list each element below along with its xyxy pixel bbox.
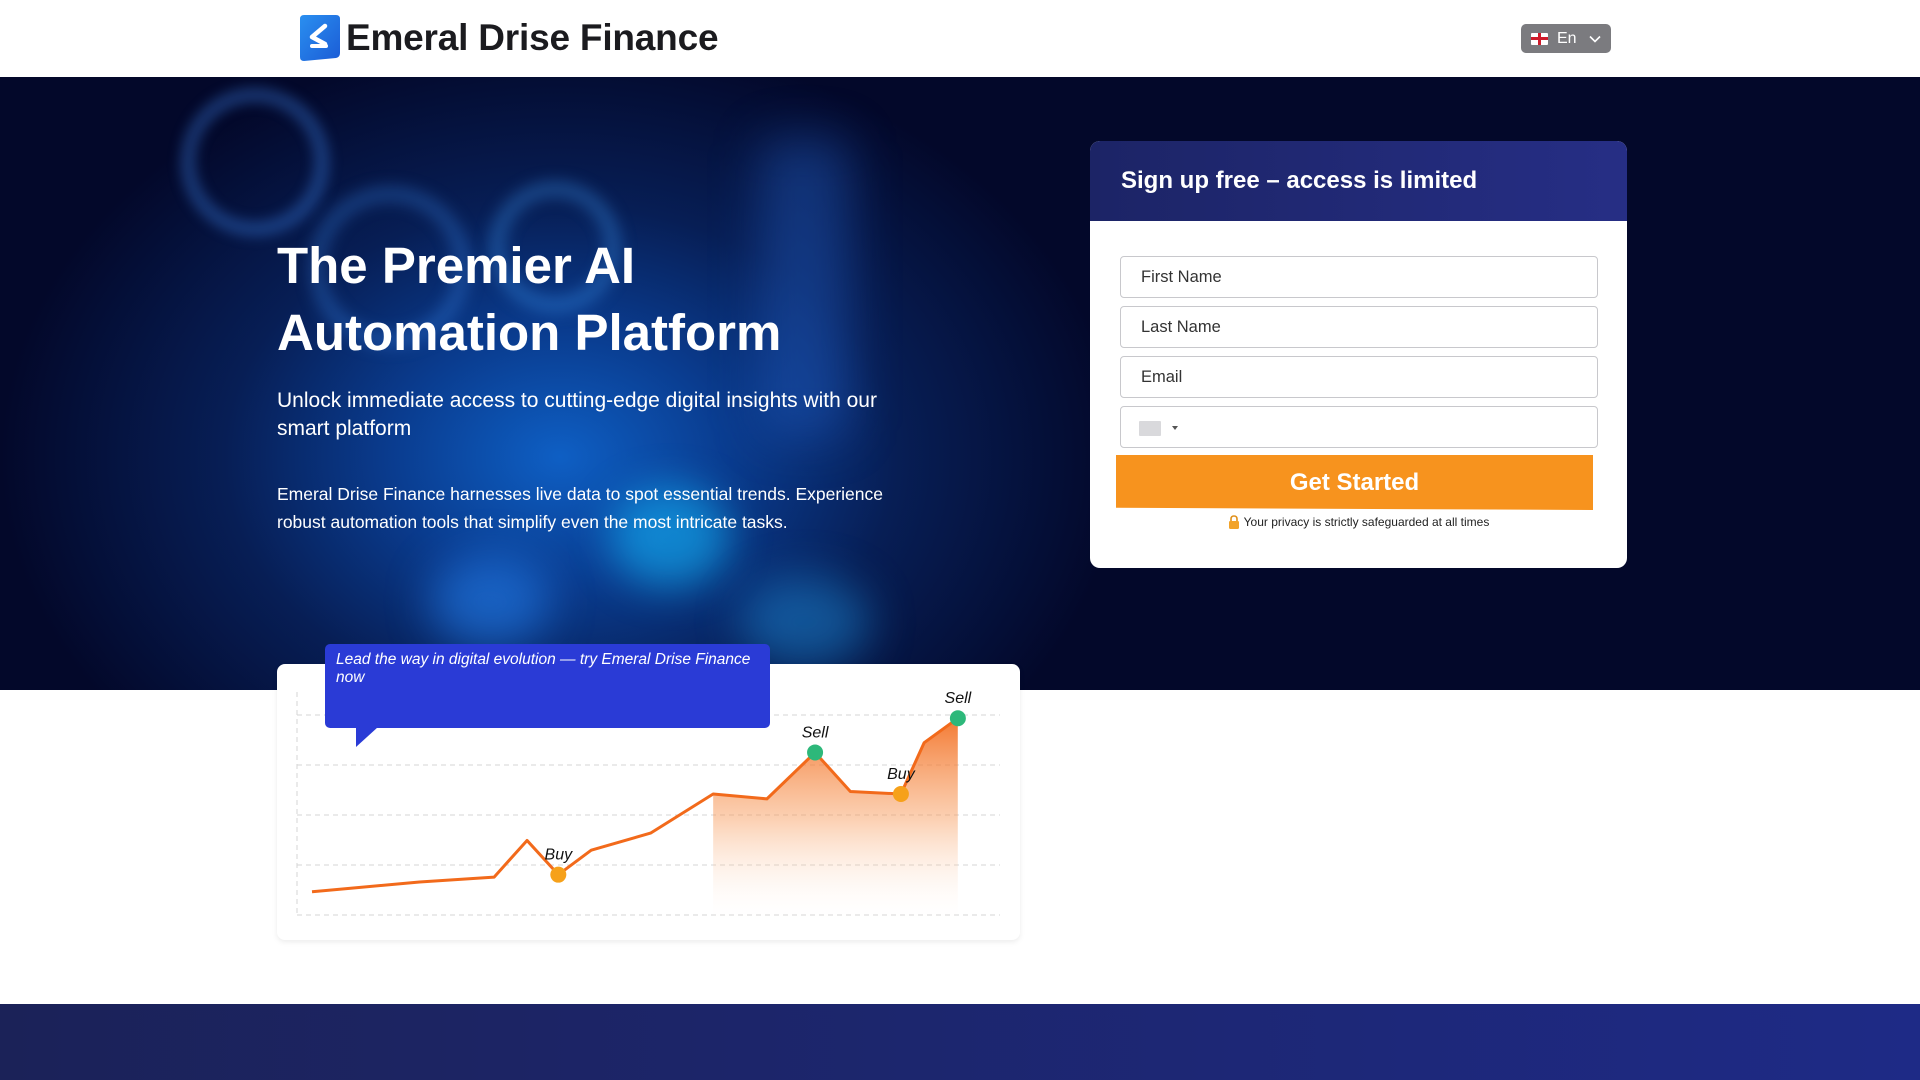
sell-marker [949, 710, 966, 727]
chart-callout: Lead the way in digital evolution — try … [325, 644, 770, 728]
last-name-input[interactable] [1120, 306, 1598, 348]
first-name-input[interactable] [1120, 256, 1598, 298]
hero-description: Emeral Drise Finance harnesses live data… [277, 484, 883, 532]
brand-name: Emeral Drise Finance [346, 17, 719, 58]
chart-callout-tail [356, 727, 378, 747]
footer-band [0, 1004, 1920, 1080]
country-flag-icon[interactable] [1139, 421, 1161, 436]
lock-icon [1228, 515, 1239, 529]
hero-subtitle: Unlock immediate access to cutting-edge … [277, 389, 877, 440]
sell-label: Sell [802, 724, 829, 741]
hero-background-glow [430, 557, 550, 647]
chevron-left-logo-icon [300, 15, 340, 61]
hero-background-glow [180, 87, 330, 237]
privacy-note: Your privacy is strictly safeguarded at … [1090, 515, 1627, 529]
england-flag-icon [1531, 32, 1548, 45]
language-selector[interactable]: En [1521, 24, 1611, 53]
buy-label: Buy [545, 847, 574, 864]
buy-marker [550, 866, 567, 883]
chevron-down-icon [1589, 35, 1601, 43]
language-label: En [1557, 29, 1577, 47]
signup-form: Sign up free – access is limited Get Sta… [1090, 141, 1627, 568]
buy-label: Buy [887, 766, 916, 783]
caret-down-icon[interactable] [1172, 426, 1178, 430]
get-started-button[interactable]: Get Started [1116, 455, 1593, 510]
phone-input[interactable] [1120, 406, 1598, 448]
chart-area-fill [713, 718, 958, 924]
signup-heading: Sign up free – access is limited [1090, 141, 1627, 221]
privacy-text: Your privacy is strictly safeguarded at … [1243, 515, 1490, 529]
site-header: Emeral Drise Finance En [0, 0, 1920, 77]
sell-label: Sell [945, 690, 972, 707]
hero-section: The Premier AI Automation Platform Unloc… [0, 77, 1920, 690]
sell-marker [807, 744, 824, 761]
email-input[interactable] [1120, 356, 1598, 398]
brand-logo[interactable]: Emeral Drise Finance [296, 13, 719, 63]
buy-marker [892, 786, 909, 802]
hero-title: The Premier AI Automation Platform [277, 237, 782, 361]
